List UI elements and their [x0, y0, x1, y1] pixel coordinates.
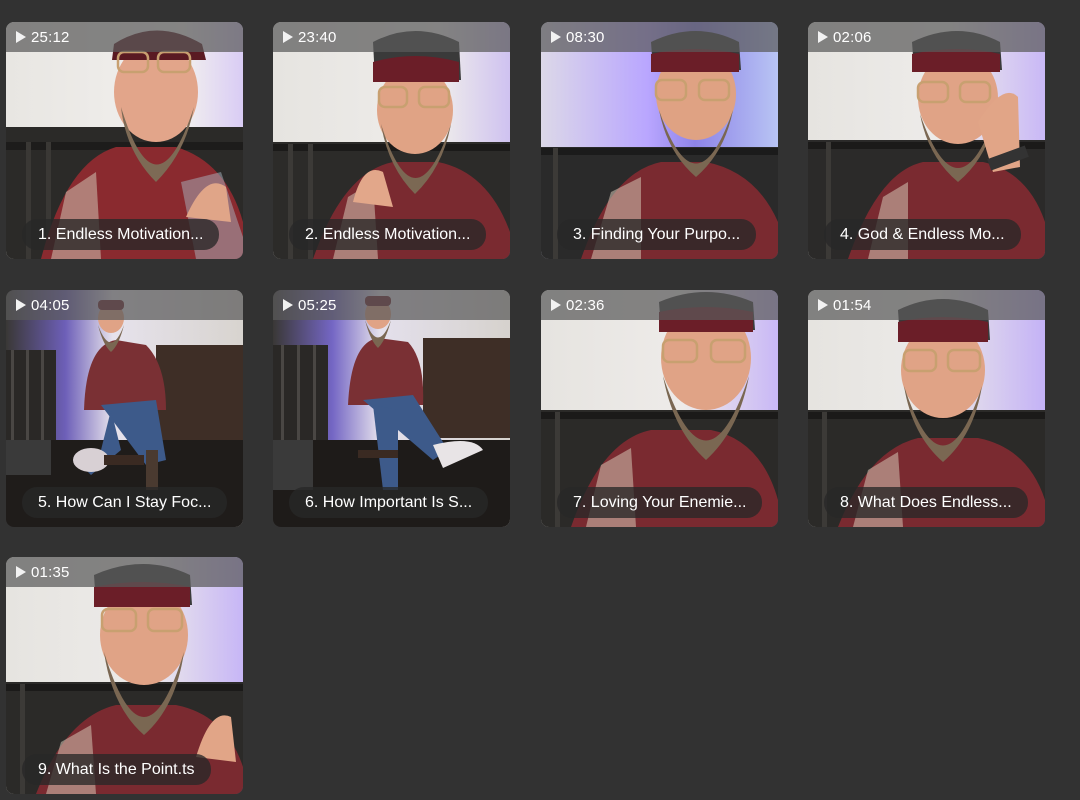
play-icon — [16, 31, 26, 43]
video-tile-2[interactable]: 23:40 2. Endless Motivation... — [273, 22, 510, 259]
play-icon — [16, 299, 26, 311]
play-icon — [818, 299, 828, 311]
video-title: 1. Endless Motivation... — [22, 219, 220, 250]
video-duration: 08:30 — [566, 28, 605, 46]
duration-bar: 23:40 — [273, 22, 510, 52]
video-title: 4. God & Endless Mo... — [824, 219, 1021, 250]
video-duration: 01:35 — [31, 563, 70, 581]
video-tile-9[interactable]: 01:35 9. What Is the Point.ts — [6, 557, 243, 794]
duration-bar: 02:36 — [541, 290, 778, 320]
duration-bar: 01:35 — [6, 557, 243, 587]
video-title: 3. Finding Your Purpo... — [557, 219, 757, 250]
play-icon — [818, 31, 828, 43]
video-title: 5. How Can I Stay Foc... — [22, 487, 228, 518]
video-tile-6[interactable]: 05:25 6. How Important Is S... — [273, 290, 510, 527]
play-icon — [16, 566, 26, 578]
video-tile-3[interactable]: 08:30 3. Finding Your Purpo... — [541, 22, 778, 259]
video-duration: 02:06 — [833, 28, 872, 46]
video-title: 8. What Does Endless... — [824, 487, 1028, 518]
video-duration: 25:12 — [31, 28, 70, 46]
video-title: 7. Loving Your Enemie... — [557, 487, 763, 518]
video-tile-8[interactable]: 01:54 8. What Does Endless... — [808, 290, 1045, 527]
video-tile-5[interactable]: 04:05 5. How Can I Stay Foc... — [6, 290, 243, 527]
play-icon — [551, 31, 561, 43]
duration-bar: 01:54 — [808, 290, 1045, 320]
play-icon — [551, 299, 561, 311]
duration-bar: 25:12 — [6, 22, 243, 52]
video-title: 2. Endless Motivation... — [289, 219, 487, 250]
video-tile-1[interactable]: 25:12 1. Endless Motivation... — [6, 22, 243, 259]
video-grid: 25:12 1. Endless Motivation... 23:40 2. … — [0, 0, 1080, 800]
video-duration: 02:36 — [566, 296, 605, 314]
video-tile-7[interactable]: 02:36 7. Loving Your Enemie... — [541, 290, 778, 527]
duration-bar: 05:25 — [273, 290, 510, 320]
duration-bar: 02:06 — [808, 22, 1045, 52]
video-title: 6. How Important Is S... — [289, 487, 489, 518]
play-icon — [283, 299, 293, 311]
video-title: 9. What Is the Point.ts — [22, 754, 211, 785]
duration-bar: 08:30 — [541, 22, 778, 52]
duration-bar: 04:05 — [6, 290, 243, 320]
video-duration: 01:54 — [833, 296, 872, 314]
video-duration: 05:25 — [298, 296, 337, 314]
video-duration: 23:40 — [298, 28, 337, 46]
video-duration: 04:05 — [31, 296, 70, 314]
play-icon — [283, 31, 293, 43]
video-tile-4[interactable]: 02:06 4. God & Endless Mo... — [808, 22, 1045, 259]
